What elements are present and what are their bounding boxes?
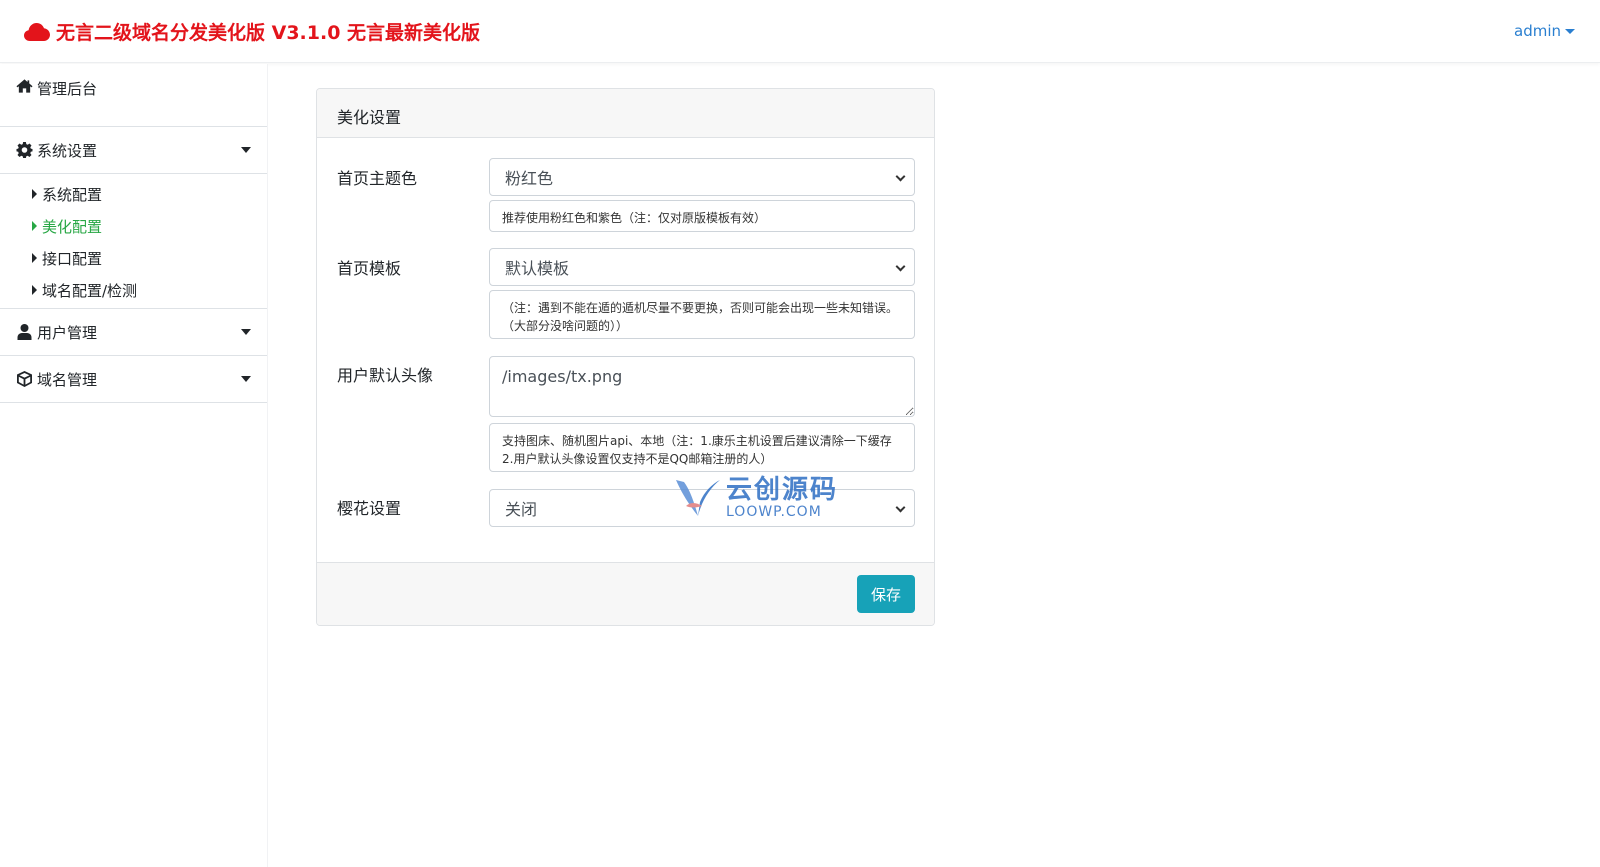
system-submenu: 系统配置 美化配置 接口配置 域名配置/检测 xyxy=(0,174,267,309)
chevron-down-icon xyxy=(895,261,906,272)
caret-down-icon xyxy=(1565,28,1575,34)
theme-hint: 推荐使用粉红色和紫色（注：仅对原版模板有效） xyxy=(489,200,915,232)
cloud-icon xyxy=(24,22,50,41)
user-icon xyxy=(17,324,32,340)
sidebar-item-label: 用户管理 xyxy=(37,323,98,342)
sidebar-item-domains[interactable]: 域名管理 xyxy=(0,356,267,403)
template-select[interactable]: 默认模板 xyxy=(489,248,915,286)
theme-label: 首页主题色 xyxy=(337,169,418,188)
chevron-down-icon xyxy=(895,502,906,513)
home-icon xyxy=(16,79,33,93)
template-select-value: 默认模板 xyxy=(505,259,570,278)
sub-item-label: 域名配置/检测 xyxy=(42,281,138,300)
sub-item-label: 接口配置 xyxy=(42,249,103,268)
template-hint: （注：遇到不能在遁的遁机尽量不要更换，否则可能会出现一些未知错误。（大部分没啥问… xyxy=(489,290,915,339)
sidebar-item-label: 管理后台 xyxy=(37,80,98,98)
user-dropdown[interactable]: admin xyxy=(1514,22,1575,40)
sidebar: 管理后台 系统设置 系统配置 美化配置 接口配置 域名配置/检测 用户管理 域名… xyxy=(0,64,268,867)
chevron-down-icon xyxy=(241,376,251,382)
chevron-down-icon xyxy=(241,147,251,153)
avatar-textarea[interactable]: /images/tx.png xyxy=(489,356,915,417)
chevron-down-icon xyxy=(895,171,906,182)
template-label: 首页模板 xyxy=(337,259,402,278)
sakura-label: 樱花设置 xyxy=(337,499,402,518)
gear-icon xyxy=(16,142,33,158)
caret-right-icon xyxy=(32,189,37,199)
sidebar-item-system[interactable]: 系统设置 xyxy=(0,127,267,174)
watermark: 云创源码 LOOWP.COM xyxy=(672,476,838,520)
sub-item-api-config[interactable]: 接口配置 xyxy=(32,242,267,274)
sub-item-label: 美化配置 xyxy=(42,217,103,236)
save-button[interactable]: 保存 xyxy=(857,575,915,613)
sub-item-system-config[interactable]: 系统配置 xyxy=(32,178,267,210)
avatar-hint: 支持图床、随机图片api、本地（注：1.康乐主机设置后建议清除一下缓存 2.用户… xyxy=(489,423,915,472)
caret-right-icon xyxy=(32,253,37,263)
sidebar-item-label: 系统设置 xyxy=(37,141,98,160)
caret-right-icon xyxy=(32,221,37,231)
watermark-text: 云创源码 LOOWP.COM xyxy=(726,476,838,520)
brand-title: 无言二级域名分发美化版 V3.1.0 无言最新美化版 xyxy=(56,22,481,44)
card-title: 美化设置 xyxy=(317,89,934,138)
theme-select[interactable]: 粉红色 xyxy=(489,158,915,196)
sidebar-item-dashboard[interactable]: 管理后台 xyxy=(0,64,267,127)
sub-item-label: 系统配置 xyxy=(42,185,103,204)
watermark-logo-icon xyxy=(676,480,720,516)
card-footer: 保存 xyxy=(317,562,934,625)
cube-icon xyxy=(17,371,32,387)
watermark-sub: LOOWP.COM xyxy=(726,504,822,520)
avatar-label: 用户默认头像 xyxy=(337,366,434,385)
theme-select-value: 粉红色 xyxy=(505,169,554,188)
theme-settings-card: 美化设置 首页主题色 粉红色 推荐使用粉红色和紫色（注：仅对原版模板有效） 首页… xyxy=(316,88,935,626)
caret-right-icon xyxy=(32,285,37,295)
sidebar-item-users[interactable]: 用户管理 xyxy=(0,309,267,356)
chevron-down-icon xyxy=(241,329,251,335)
top-navbar: 无言二级域名分发美化版 V3.1.0 无言最新美化版 admin xyxy=(0,0,1600,63)
sakura-select-value: 关闭 xyxy=(505,500,538,519)
sidebar-item-label: 域名管理 xyxy=(37,370,98,389)
user-name: admin xyxy=(1514,22,1561,40)
brand[interactable]: 无言二级域名分发美化版 V3.1.0 无言最新美化版 xyxy=(24,18,480,45)
sub-item-domain-config[interactable]: 域名配置/检测 xyxy=(32,274,267,306)
watermark-title: 云创源码 xyxy=(726,475,839,505)
sub-item-theme-config[interactable]: 美化配置 xyxy=(32,210,267,242)
